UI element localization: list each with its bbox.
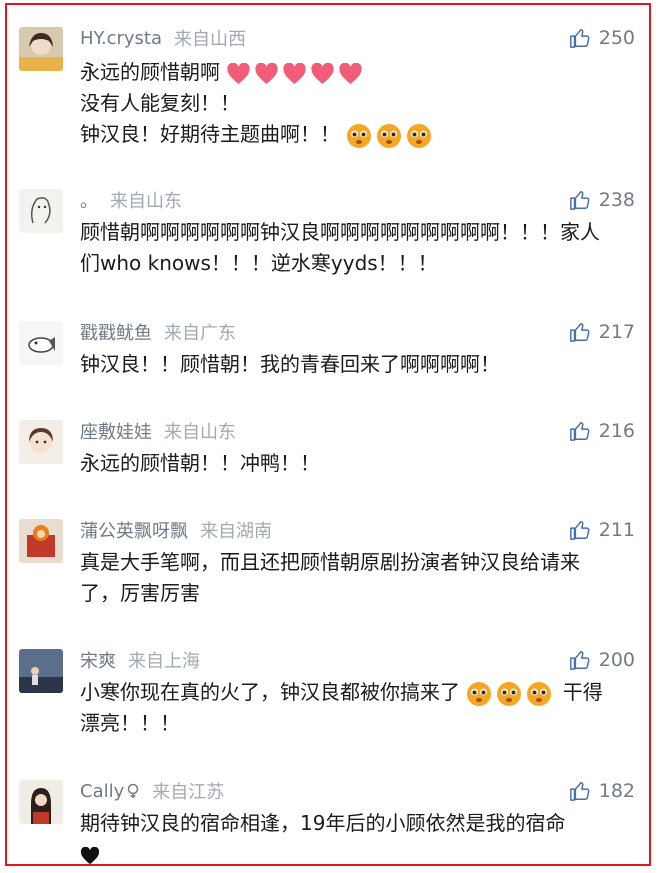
gender-female-icon bbox=[128, 783, 139, 798]
comment-text: 小寒你现在真的火了，钟汉良都被你搞来了 干得 漂亮！！！ bbox=[80, 677, 640, 739]
comment-text: 永远的顾惜朝！！冲鸭！！ bbox=[80, 448, 640, 479]
comment-header: Cally 来自江苏 bbox=[80, 776, 224, 806]
username[interactable]: 座敷娃娃 bbox=[80, 418, 152, 444]
black-heart-emoji-icon bbox=[80, 846, 100, 864]
heart-emoji-icon bbox=[227, 62, 250, 84]
pleading-face-emoji-icon bbox=[497, 681, 522, 706]
comment-text: 永远的顾惜朝啊 没有人能复刻！！ 钟汉良！好期待主题曲啊！！ bbox=[80, 57, 640, 150]
location: 来自山西 bbox=[174, 29, 247, 50]
pleading-face-emoji-icon bbox=[347, 123, 372, 148]
like-button[interactable]: 211 bbox=[569, 515, 635, 545]
comment-line: 没有人能复刻！！ bbox=[80, 91, 240, 115]
comment-line: 真是大手笔啊，而且还把顾惜朝原剧扮演者钟汉良给请来 bbox=[80, 550, 580, 574]
avatar[interactable] bbox=[19, 321, 63, 365]
comment-header: 。 来自山东 bbox=[80, 185, 182, 215]
comment-line: 干得 bbox=[562, 680, 603, 704]
username[interactable]: 戳戳鱿鱼 bbox=[80, 319, 152, 345]
like-button[interactable]: 200 bbox=[569, 645, 635, 675]
comment-header: 宋爽 来自上海 bbox=[80, 645, 200, 675]
heart-emoji-icon bbox=[255, 62, 278, 84]
location: 来自江苏 bbox=[152, 782, 225, 803]
like-count: 200 bbox=[598, 649, 635, 671]
username[interactable]: 。 bbox=[80, 187, 98, 213]
comment-line: 顾惜朝啊啊啊啊啊啊钟汉良啊啊啊啊啊啊啊啊啊！！！家人 bbox=[80, 220, 600, 244]
username[interactable]: HY.crysta bbox=[80, 28, 162, 49]
comment-header: HY.crysta 来自山西 bbox=[80, 23, 246, 53]
thumbs-up-icon[interactable] bbox=[569, 420, 591, 442]
comment-text: 期待钟汉良的宿命相逢，19年后的小顾依然是我的宿命 bbox=[80, 808, 640, 870]
comment-list: HY.crysta 来自山西 250 永远的顾惜朝啊 没有人能复刻！！ 钟汉良！… bbox=[5, 3, 651, 866]
like-button[interactable]: 250 bbox=[569, 23, 635, 53]
comment-header: 座敷娃娃 来自山东 bbox=[80, 416, 236, 446]
comment-line: 钟汉良！好期待主题曲啊！！ bbox=[80, 122, 340, 146]
location: 来自湖南 bbox=[200, 521, 272, 542]
comment-line: 永远的顾惜朝！！冲鸭！！ bbox=[80, 451, 320, 475]
thumbs-up-icon[interactable] bbox=[569, 519, 591, 541]
thumbs-up-icon[interactable] bbox=[569, 189, 591, 211]
username[interactable]: Cally bbox=[80, 781, 124, 802]
comment-line: 永远的顾惜朝啊 bbox=[80, 60, 220, 84]
comment-line: 们who knows！！！逆水寒yyds！！！ bbox=[80, 251, 438, 275]
thumbs-up-icon[interactable] bbox=[569, 321, 591, 343]
username[interactable]: 蒲公英飘呀飘 bbox=[80, 517, 188, 543]
comment-line: 钟汉良！！顾惜朝！我的青春回来了啊啊啊啊！ bbox=[80, 352, 500, 376]
like-count: 217 bbox=[598, 321, 635, 343]
like-count: 250 bbox=[598, 27, 635, 49]
comment-line: 了，厉害厉害 bbox=[80, 581, 200, 605]
heart-emoji-icon bbox=[339, 62, 362, 84]
avatar[interactable] bbox=[19, 189, 63, 233]
comment-header: 蒲公英飘呀飘 来自湖南 bbox=[80, 515, 272, 545]
comment-text: 钟汉良！！顾惜朝！我的青春回来了啊啊啊啊！ bbox=[80, 349, 640, 380]
like-count: 182 bbox=[598, 780, 635, 802]
comment-header: 戳戳鱿鱼 来自广东 bbox=[80, 317, 236, 347]
avatar[interactable] bbox=[19, 649, 63, 693]
emoji-group bbox=[460, 680, 563, 706]
avatar[interactable] bbox=[19, 780, 63, 824]
avatar[interactable] bbox=[19, 420, 63, 464]
comment-line: 漂亮！！！ bbox=[80, 711, 180, 735]
pleading-face-emoji-icon bbox=[467, 681, 492, 706]
thumbs-up-icon[interactable] bbox=[569, 780, 591, 802]
username[interactable]: 宋爽 bbox=[80, 647, 116, 673]
pleading-face-emoji-icon bbox=[527, 681, 552, 706]
pleading-face-emoji-icon bbox=[407, 123, 432, 148]
thumbs-up-icon[interactable] bbox=[569, 27, 591, 49]
pleading-face-emoji-icon bbox=[377, 123, 402, 148]
location: 来自广东 bbox=[164, 323, 236, 344]
comment-text: 顾惜朝啊啊啊啊啊啊钟汉良啊啊啊啊啊啊啊啊啊！！！家人 们who knows！！！… bbox=[80, 217, 640, 279]
thumbs-up-icon[interactable] bbox=[569, 649, 591, 671]
avatar[interactable] bbox=[19, 519, 63, 563]
heart-emoji-icon bbox=[283, 62, 306, 84]
comment-line: 期待钟汉良的宿命相逢，19年后的小顾依然是我的宿命 bbox=[80, 811, 566, 835]
comment-line: 小寒你现在真的火了，钟汉良都被你搞来了 bbox=[80, 680, 460, 704]
location: 来自上海 bbox=[128, 651, 200, 672]
like-count: 238 bbox=[598, 189, 635, 211]
avatar[interactable] bbox=[19, 27, 63, 71]
comment-text: 真是大手笔啊，而且还把顾惜朝原剧扮演者钟汉良给请来 了，厉害厉害 bbox=[80, 547, 640, 609]
location: 来自山东 bbox=[110, 191, 182, 212]
like-count: 216 bbox=[598, 420, 635, 442]
like-button[interactable]: 217 bbox=[569, 317, 635, 347]
like-button[interactable]: 182 bbox=[569, 776, 635, 806]
heart-emoji-icon bbox=[311, 62, 334, 84]
like-button[interactable]: 238 bbox=[569, 185, 635, 215]
like-count: 211 bbox=[598, 519, 635, 541]
location: 来自山东 bbox=[164, 422, 236, 443]
emoji-group bbox=[340, 122, 436, 148]
emoji-group bbox=[220, 60, 366, 84]
like-button[interactable]: 216 bbox=[569, 416, 635, 446]
